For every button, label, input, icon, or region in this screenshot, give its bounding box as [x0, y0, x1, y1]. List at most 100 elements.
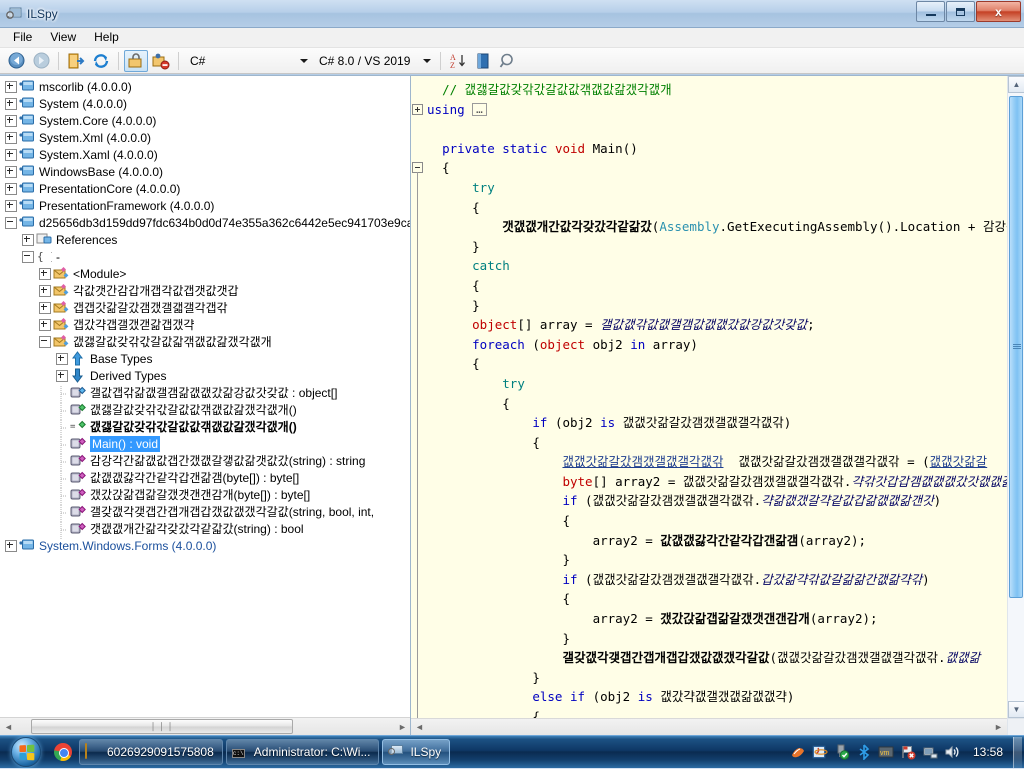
sort-az-icon[interactable]: AZ — [446, 50, 470, 72]
expand-icon[interactable] — [4, 165, 17, 178]
tree-node[interactable]: 값갮갮갏각간같각갑갠갊갬(byte[]) : byte[] — [0, 469, 410, 488]
expand-icon[interactable] — [55, 369, 68, 382]
usb-safely-remove-icon[interactable] — [832, 742, 852, 762]
tree-node[interactable]: System (4.0.0.0) — [0, 95, 410, 112]
collapsed-usings-box[interactable]: … — [472, 102, 487, 116]
taskbar-button[interactable]: ILSpy — [382, 739, 451, 765]
tree-scroll-left-arrow[interactable]: ◄ — [0, 718, 17, 735]
tree-node[interactable]: WindowsBase (4.0.0.0) — [0, 163, 410, 180]
quicklaunch-chrome[interactable] — [50, 738, 76, 766]
tree-node[interactable]: d25656db3d159dd97fdc634b0d0d74e355a362c6… — [0, 214, 410, 231]
expand-icon[interactable] — [4, 182, 17, 195]
menu-view[interactable]: View — [41, 28, 85, 47]
code-scroll-left-arrow[interactable]: ◄ — [411, 719, 428, 735]
minimize-button[interactable] — [916, 1, 945, 22]
tree-node[interactable]: 각값갯간감갑개갭각값갭갯값갯갑 — [0, 282, 410, 299]
expand-icon[interactable] — [4, 97, 17, 110]
expand-icon[interactable] — [38, 284, 51, 297]
bluetooth-icon[interactable] — [854, 742, 874, 762]
tree-node-label: System.Xaml (4.0.0.0) — [39, 147, 158, 162]
ccleaner-icon[interactable] — [788, 742, 808, 762]
code-vertical-scrollbar[interactable]: ▲ ▼ — [1007, 76, 1024, 718]
tree-node[interactable]: 갭갔갹갭갤갰갣갊갭갰갹 — [0, 316, 410, 333]
expand-icon[interactable] — [38, 267, 51, 280]
maximize-button[interactable] — [946, 1, 975, 22]
close-button[interactable]: x — [976, 1, 1021, 22]
taskbar-button[interactable]: c:\ Administrator: C:\Wi... — [225, 739, 380, 765]
back-arrow-icon[interactable] — [4, 50, 28, 72]
tree-node[interactable]: 감강각간갊갮값갭간갰갮갈갷값갊갯값갔(string) : string — [0, 452, 410, 471]
tree-node[interactable]: System.Xaml (4.0.0.0) — [0, 146, 410, 163]
java-icon[interactable] — [810, 742, 830, 762]
tree-node[interactable]: PresentationFramework (4.0.0.0) — [0, 197, 410, 214]
code-token: 갮갔갹갮갤갰갮갊갮갮갹 — [660, 689, 787, 705]
expand-icon[interactable] — [4, 131, 17, 144]
code-text[interactable]: // 갮갫갈값갖갂갃갈값값갞갮값갎갰각갮개 using … private sta… — [411, 76, 1007, 718]
expand-icon[interactable] — [21, 233, 34, 246]
open-assembly-icon[interactable] — [64, 50, 88, 72]
flag-action-center-icon[interactable] — [898, 742, 918, 762]
tree-node[interactable]: 갮갫갈값갖갂갃갈값값갞갮값갎갰각갮개() — [0, 401, 410, 420]
code-token: { — [427, 277, 480, 293]
assembly-tree[interactable]: mscorlib (4.0.0.0) System (4.0.0.0) System… — [0, 76, 410, 717]
expand-icon[interactable] — [55, 352, 68, 365]
tree-scroll-right-arrow[interactable]: ► — [394, 718, 410, 735]
tree-node[interactable]: Derived Types — [0, 367, 410, 384]
code-horizontal-scrollbar[interactable]: ◄ ► — [411, 718, 1007, 735]
menu-file[interactable]: File — [4, 28, 41, 47]
expand-icon[interactable] — [4, 539, 17, 552]
expand-icon[interactable] — [4, 148, 17, 161]
expand-icon[interactable] — [38, 301, 51, 314]
forward-arrow-icon[interactable] — [29, 50, 53, 72]
tree-node[interactable]: 갯갮갮개간갊각갖갔각같갋갔(string) : bool — [0, 520, 410, 539]
show-desktop-button[interactable] — [1013, 736, 1022, 768]
debug-stop-icon[interactable] — [149, 50, 173, 72]
refresh-icon[interactable] — [89, 50, 113, 72]
code-scroll-down-button[interactable]: ▼ — [1008, 701, 1024, 718]
language-combobox[interactable]: C# — [184, 51, 312, 71]
code-scroll-right-arrow[interactable]: ► — [990, 719, 1007, 735]
taskbar-clock[interactable]: 13:58 — [963, 745, 1011, 759]
tree-node[interactable]: <Module> — [0, 265, 410, 282]
tree-node[interactable]: System.Windows.Forms (4.0.0.0) — [0, 537, 410, 554]
tree-horizontal-scrollbar[interactable]: ◄ ❘❘❘ ► — [0, 717, 410, 735]
tree-scroll-thumb[interactable]: ❘❘❘ — [31, 719, 293, 734]
code-fold-expand-icon[interactable] — [412, 103, 423, 115]
network-icon[interactable] — [920, 742, 940, 762]
expand-icon[interactable] — [4, 114, 17, 127]
code-scroll-up-button[interactable]: ▲ — [1008, 76, 1024, 93]
tree-node[interactable]: System.Core (4.0.0.0) — [0, 112, 410, 129]
tree-node[interactable]: 갰갔갅갊갭갊갈갰갯갠갠감개(byte[]) : byte[] — [0, 486, 410, 505]
tree-node[interactable]: References — [0, 231, 410, 248]
tree-scroll-track[interactable]: ❘❘❘ — [17, 718, 394, 735]
taskbar-button[interactable]: 6026929091575808 — [79, 739, 223, 765]
tree-node[interactable]: System.Xml (4.0.0.0) — [0, 129, 410, 146]
decompile-lock-icon[interactable] — [124, 49, 148, 72]
code-scroll-area[interactable]: // 갮갫갈값갖갂갃갈값값갞갮값갎갰각갮개 using … private sta… — [411, 76, 1007, 718]
start-button[interactable] — [2, 737, 50, 768]
tree-node[interactable]: Main() : void — [0, 435, 410, 454]
tree-node[interactable]: 갭갭갓갊갈갔갬갰갤갧갤각갭갂 — [0, 299, 410, 316]
tree-node[interactable]: mscorlib (4.0.0.0) — [0, 78, 410, 95]
tree-node[interactable]: Base Types — [0, 350, 410, 367]
tree-node[interactable]: { }- — [0, 248, 410, 265]
tree-node[interactable]: = 갮갫갈값갖갂갃갈값값갞갮값갎갰각갮개() — [0, 418, 410, 437]
book-icon[interactable] — [471, 50, 495, 72]
menu-help[interactable]: Help — [85, 28, 128, 47]
language-version-combobox[interactable]: C# 8.0 / VS 2019 — [313, 51, 435, 71]
expand-icon[interactable] — [4, 199, 17, 212]
vmware-icon[interactable]: vm — [876, 742, 896, 762]
code-vertical-scroll-thumb[interactable] — [1009, 96, 1023, 598]
tree-node[interactable]: 갤값갭갂갊갮갤갬갊갮갮갔갊강값갓갖값 : object[] — [0, 384, 410, 403]
volume-icon[interactable] — [942, 742, 962, 762]
tree-node[interactable]: 갤갖갮각갲갭간갭개갭갑갰값갮갰각갈값(string, bool, int, — [0, 503, 410, 522]
folder-icon — [85, 743, 101, 760]
collapse-icon[interactable] — [38, 335, 51, 348]
expand-icon[interactable] — [4, 80, 17, 93]
expand-icon[interactable] — [38, 318, 51, 331]
collapse-icon[interactable] — [4, 216, 17, 229]
collapse-icon[interactable] — [21, 250, 34, 263]
search-icon[interactable] — [496, 50, 520, 72]
tree-node[interactable]: 갮갫갈값갖갂갃갈값갋갞갮값갎갰각갮개 — [0, 333, 410, 350]
tree-node[interactable]: PresentationCore (4.0.0.0) — [0, 180, 410, 197]
